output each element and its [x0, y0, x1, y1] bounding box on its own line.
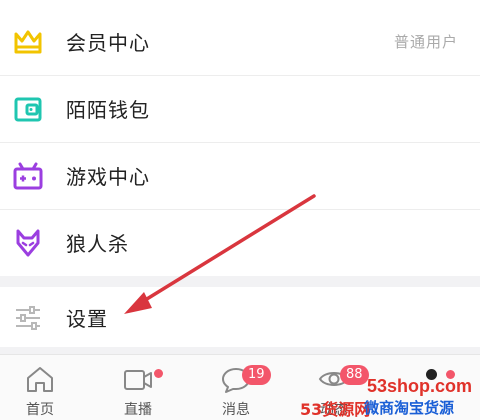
menu-group-main: 会员中心 普通用户 陌陌钱包 游戏中心 狼人杀 — [0, 0, 480, 276]
watermark-brand-secondary: 微商淘宝货源 — [364, 399, 455, 417]
tab-messages[interactable]: 19 消息 — [196, 355, 276, 420]
watermark-url: 53shop.com — [366, 376, 472, 396]
menu-item-label: 会员中心 — [66, 31, 150, 55]
tab-label: 首页 — [26, 402, 54, 418]
wolf-icon — [16, 229, 40, 256]
menu-item-label: 狼人杀 — [66, 232, 129, 256]
tab-live[interactable]: 直播 — [98, 355, 178, 420]
home-icon — [27, 367, 53, 392]
live-camera-icon — [124, 370, 152, 390]
menu-item-label: 设置 — [66, 307, 108, 331]
membership-status: 普通用户 — [393, 33, 458, 51]
unread-badge: 19 — [242, 365, 271, 385]
watermark: 53shop.com 53货源网 微商淘宝货源 — [300, 372, 480, 419]
menu-item-label: 陌陌钱包 — [66, 98, 150, 122]
sliders-icon — [16, 305, 40, 330]
menu-item-settings[interactable]: 设置 — [0, 284, 480, 351]
tab-label: 消息 — [222, 402, 250, 418]
menu-item-wallet[interactable]: 陌陌钱包 — [0, 75, 480, 142]
menu-item-label: 游戏中心 — [66, 165, 150, 189]
menu-group-settings: 设置 — [0, 287, 480, 347]
gamepad-icon — [13, 162, 43, 189]
tab-home[interactable]: 首页 — [0, 355, 80, 420]
notification-dot — [154, 369, 163, 378]
menu-item-game-center[interactable]: 游戏中心 — [0, 142, 480, 209]
menu-item-werewolf[interactable]: 狼人杀 — [0, 209, 480, 276]
watermark-brand: 53货源网 — [300, 400, 371, 419]
tab-label: 直播 — [124, 402, 152, 418]
wallet-icon — [14, 97, 42, 121]
crown-icon — [14, 30, 42, 53]
menu-item-vip-center[interactable]: 会员中心 普通用户 — [0, 8, 480, 75]
